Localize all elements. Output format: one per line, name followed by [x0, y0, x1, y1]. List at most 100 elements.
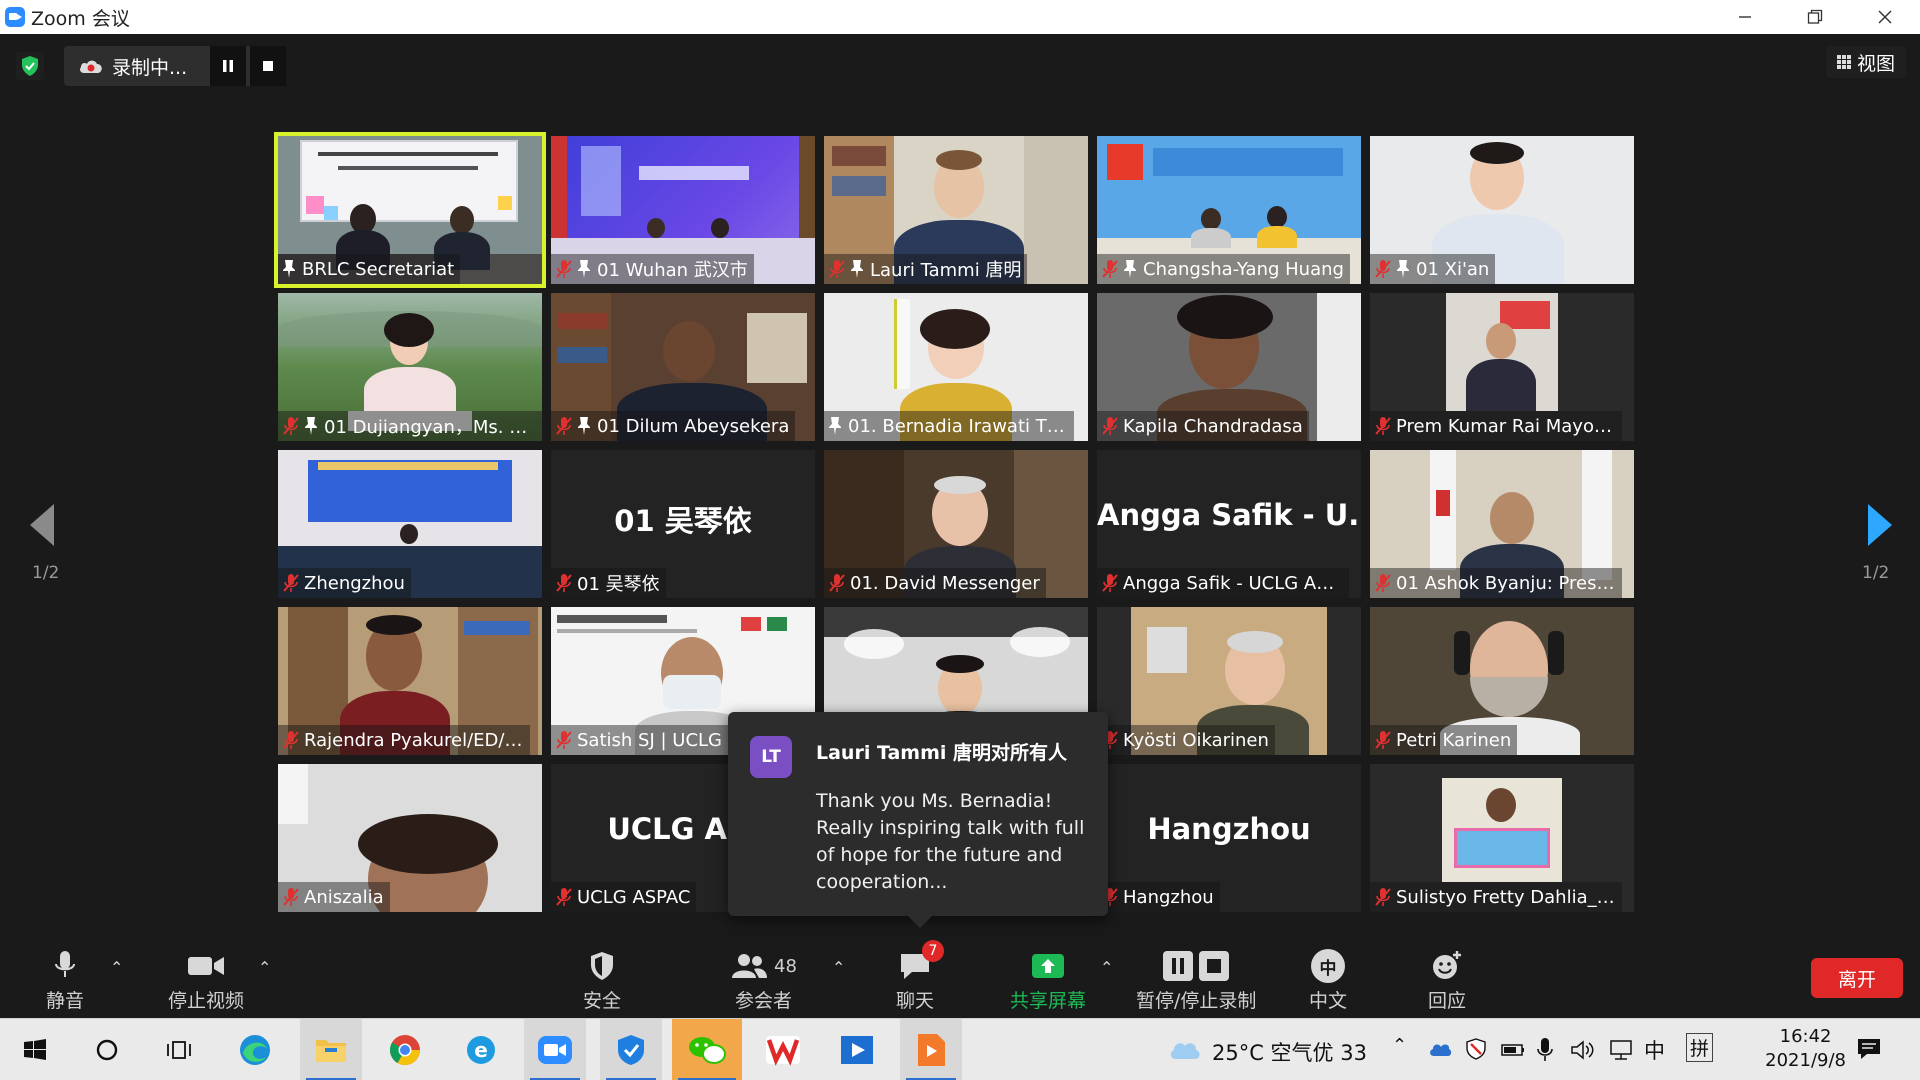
tray-microphone-icon[interactable] [1536, 1037, 1554, 1063]
share-screen-icon [1032, 954, 1064, 978]
taskbar-zoom[interactable] [524, 1019, 586, 1080]
pause-stop-recording-button[interactable]: 暂停/停止录制 [1136, 948, 1256, 1013]
task-view-button[interactable] [148, 1019, 210, 1080]
taskbar-media-player[interactable] [826, 1019, 888, 1080]
stop-video-label: 停止视频 [168, 990, 245, 1012]
mute-label: 静音 [46, 990, 85, 1012]
clock-date: 2021/9/8 [1765, 1050, 1846, 1071]
participant-tile[interactable]: 01. David Messenger [824, 450, 1088, 598]
participant-tile[interactable]: 01 Dilum Abeysekera [551, 293, 815, 441]
share-options-caret-icon[interactable]: ⌃ [1100, 958, 1113, 977]
view-label: 视图 [1856, 52, 1895, 75]
interpretation-button[interactable]: 中 中文 [1309, 948, 1347, 1013]
recording-label: 录制中... [112, 56, 188, 79]
taskbar-wechat[interactable] [672, 1019, 742, 1080]
participant-tile[interactable]: Hangzhou Hangzhou [1097, 764, 1361, 912]
tray-cloud-sync-icon[interactable] [1428, 1039, 1452, 1059]
stop-recording-button[interactable] [250, 46, 286, 86]
minimize-button[interactable] [1710, 0, 1780, 34]
participant-tile[interactable]: 01 Wuhan 武汉市 [551, 136, 815, 284]
recording-indicator: 录制中... [64, 46, 286, 86]
muted-microphone-icon [1374, 887, 1392, 907]
participant-name: Prem Kumar Rai Mayor H... [1396, 415, 1616, 437]
tray-security-shield-icon[interactable] [1464, 1037, 1488, 1061]
ime-mode-indicator[interactable]: 拼 [1686, 1033, 1714, 1062]
close-button[interactable] [1850, 0, 1920, 34]
participant-tile[interactable]: 01 Xi'an [1370, 136, 1634, 284]
start-button[interactable] [4, 1019, 66, 1080]
participant-name-overlay: Angga Safik - UCLG ASPAC [1097, 568, 1349, 598]
video-options-caret-icon[interactable]: ⌃ [258, 958, 271, 977]
search-button[interactable] [76, 1019, 138, 1080]
participant-name-overlay: Petri Karinen [1370, 725, 1518, 755]
view-button[interactable]: 视图 [1826, 46, 1906, 78]
participant-tile[interactable]: Changsha-Yang Huang [1097, 136, 1361, 284]
taskbar-chrome[interactable] [374, 1019, 436, 1080]
participants-button[interactable]: 48 参会者 [730, 948, 797, 1013]
participant-name: 01 Dujiangyan，Ms. Li... [324, 417, 536, 438]
participant-tile[interactable]: BRLC Secretariat [274, 132, 546, 288]
next-page-arrow-icon[interactable] [1858, 500, 1898, 550]
encryption-shield-button[interactable] [16, 52, 44, 80]
participant-name: Lauri Tammi 唐明 [870, 260, 1022, 281]
security-label: 安全 [583, 990, 622, 1012]
restore-button[interactable] [1780, 0, 1850, 34]
reactions-button[interactable]: 回应 [1428, 948, 1466, 1013]
ime-language-indicator[interactable]: 中 [1644, 1035, 1665, 1065]
tray-volume-icon[interactable] [1570, 1039, 1596, 1061]
participant-tile[interactable]: Sulistyo Fretty Dahlia_Ba... [1370, 764, 1634, 912]
taskbar-file-explorer[interactable] [300, 1019, 362, 1080]
taskbar-edge[interactable] [224, 1019, 286, 1080]
participant-tile[interactable]: 01 吴琴依 01 吴琴依 [551, 450, 815, 598]
mute-button[interactable]: 静音 [46, 948, 84, 1013]
taskbar-slides[interactable] [900, 1019, 962, 1080]
participant-tile[interactable]: Petri Karinen [1370, 607, 1634, 755]
participants-options-caret-icon[interactable]: ⌃ [832, 958, 845, 977]
participants-icon [732, 954, 767, 978]
muted-microphone-icon [282, 730, 300, 750]
participant-name-overlay: 01. David Messenger [824, 568, 1046, 598]
participant-tile[interactable]: Angga Safik - U... Angga Safik - UCLG ASP… [1097, 450, 1361, 598]
chat-button[interactable]: 7 聊天 [896, 940, 944, 1013]
muted-microphone-icon [282, 416, 300, 436]
participant-name: 01. David Messenger [850, 572, 1040, 594]
participant-tile[interactable]: Prem Kumar Rai Mayor H... [1370, 293, 1634, 441]
security-button[interactable]: 安全 [583, 948, 621, 1013]
tray-expand-icon[interactable]: ⌃ [1392, 1035, 1407, 1056]
participant-tile[interactable]: Rajendra Pyakurel/ED/NA... [278, 607, 542, 755]
share-screen-button[interactable]: 共享屏幕 [1010, 948, 1086, 1013]
taskbar-internet-explorer[interactable]: e [450, 1019, 512, 1080]
taskbar-wps[interactable] [752, 1019, 814, 1080]
participant-tile[interactable]: 01. Bernadia Irawati Tjan... [824, 293, 1088, 441]
participant-name-overlay: Prem Kumar Rai Mayor H... [1370, 411, 1622, 441]
muted-microphone-icon [282, 573, 300, 593]
zoom-taskbar-icon [538, 1036, 572, 1064]
participant-tile[interactable]: 01 Ashok Byanju: Preside... [1370, 450, 1634, 598]
participant-tile[interactable]: Zhengzhou [278, 450, 542, 598]
pause-recording-icon [1163, 951, 1194, 981]
system-clock[interactable]: 16:42 2021/9/8 [1765, 1025, 1846, 1073]
video-camera-icon [188, 957, 224, 975]
taskbar-security-app[interactable] [600, 1019, 662, 1080]
tray-network-icon[interactable] [1608, 1039, 1634, 1061]
participant-tile[interactable]: Aniszalia [278, 764, 542, 912]
previous-page-arrow-icon[interactable] [24, 500, 64, 550]
stop-video-button[interactable]: 停止视频 [168, 948, 244, 1013]
participant-tile[interactable]: 01 Dujiangyan，Ms. Li... [278, 293, 542, 441]
participant-name: Zhengzhou [304, 572, 405, 594]
participant-tile[interactable]: Kyösti Oikarinen [1097, 607, 1361, 755]
leave-meeting-button[interactable]: 离开 [1811, 958, 1903, 998]
participant-tile[interactable]: Lauri Tammi 唐明 [824, 136, 1088, 284]
participant-tile[interactable]: Kapila Chandradasa [1097, 293, 1361, 441]
participant-name: Sulistyo Fretty Dahlia_Ba... [1396, 886, 1616, 908]
stop-icon [263, 61, 273, 71]
chat-notification-popup[interactable]: LT Lauri Tammi 唐明对所有人 Thank you Ms. Bern… [728, 712, 1108, 928]
audio-options-caret-icon[interactable]: ⌃ [110, 958, 123, 977]
tray-battery-icon[interactable] [1500, 1039, 1526, 1059]
participant-name-overlay: UCLG ASPAC [551, 882, 697, 912]
participant-name: 01 吴琴依 [577, 574, 660, 595]
participants-count: 48 [774, 955, 797, 977]
notification-center-icon[interactable] [1856, 1037, 1882, 1061]
participant-display-name: 01 吴琴依 [614, 504, 752, 538]
pause-recording-button[interactable] [210, 46, 246, 86]
